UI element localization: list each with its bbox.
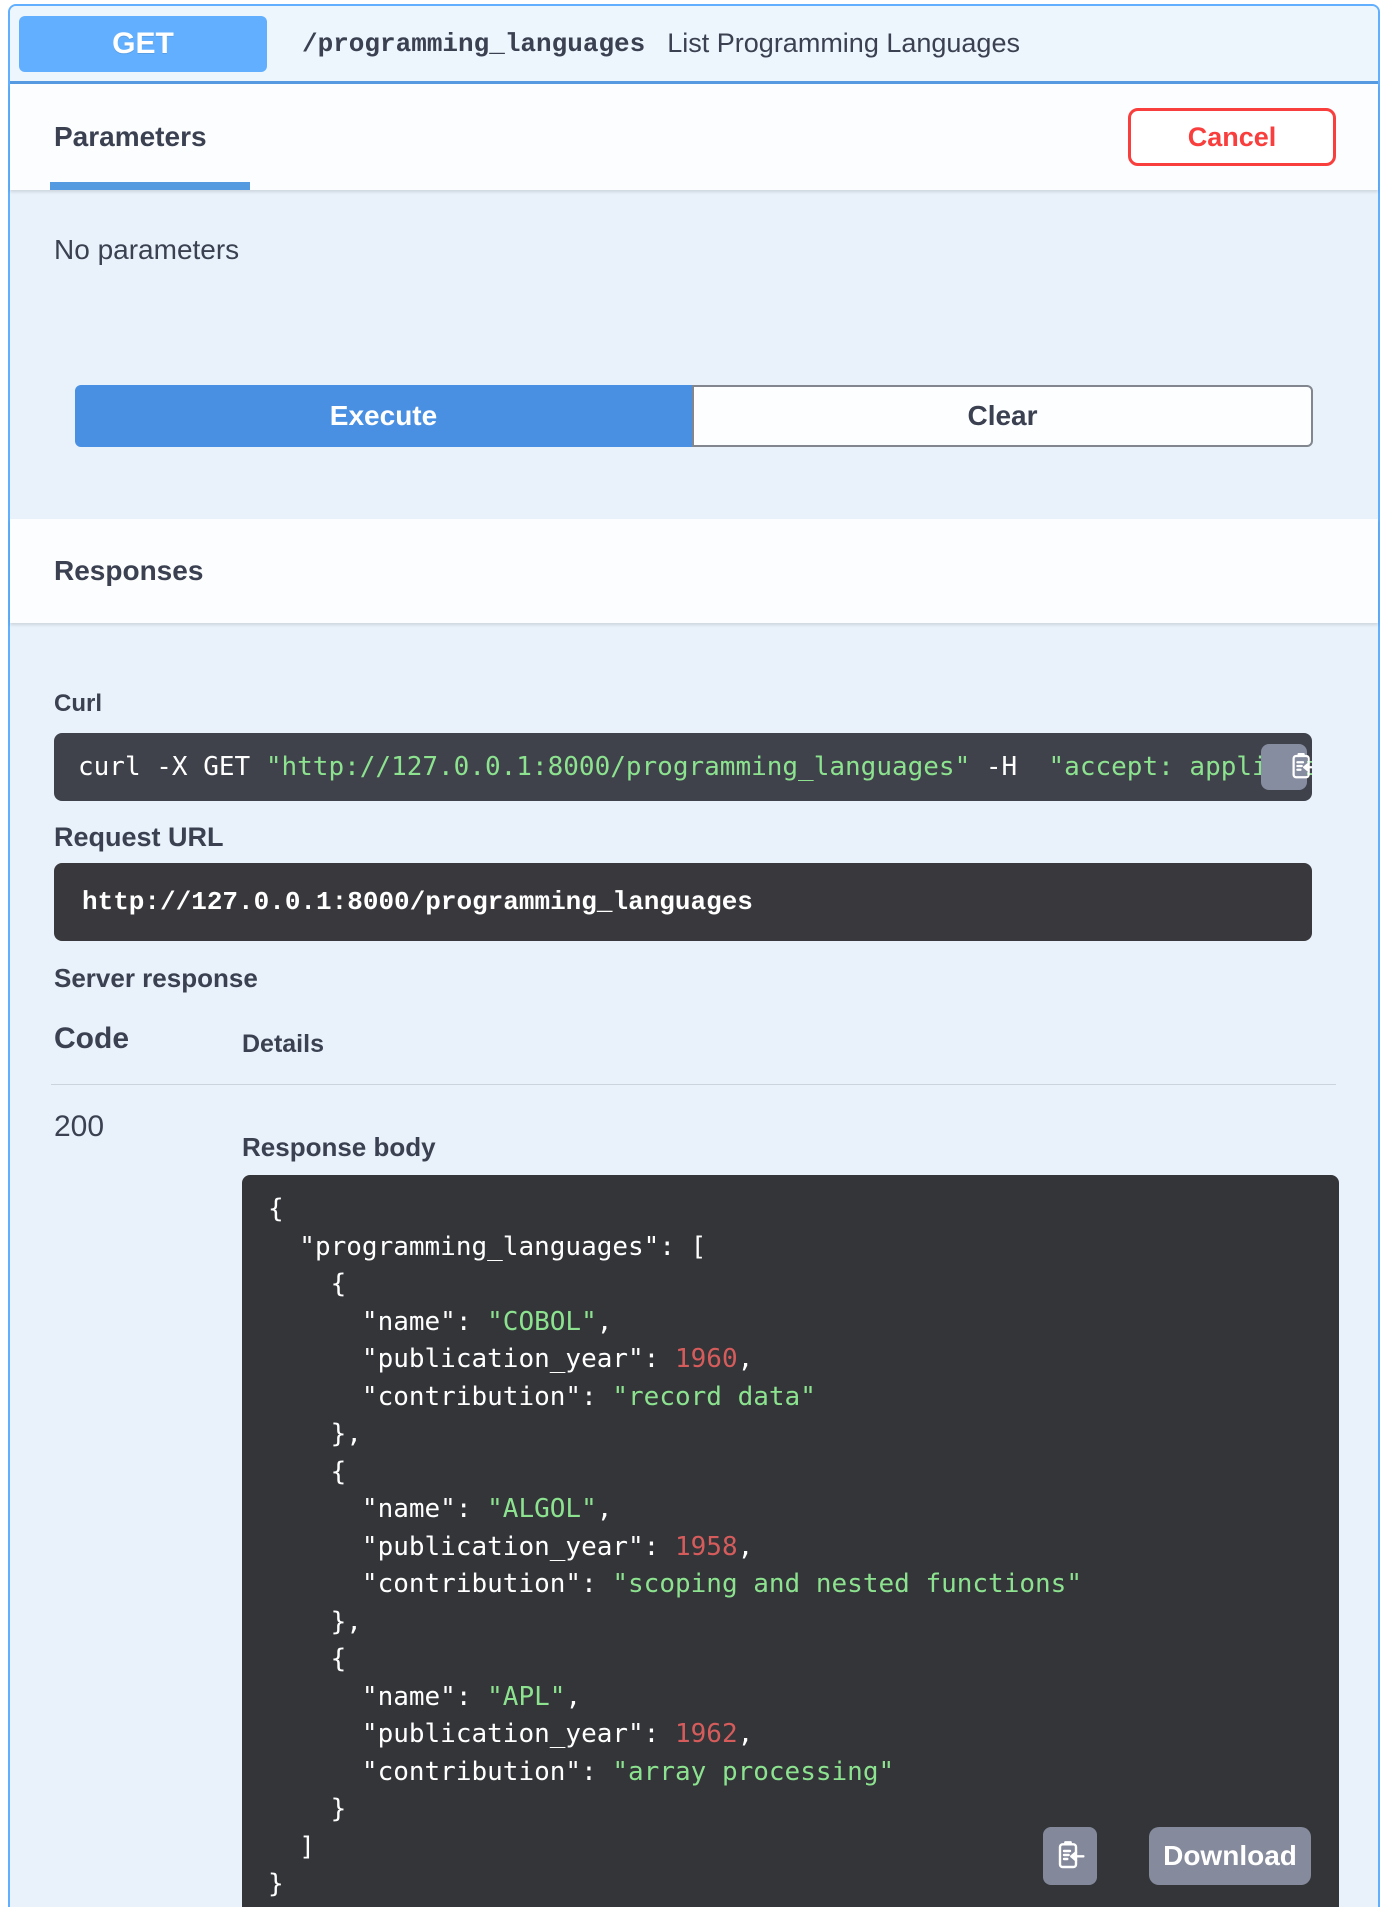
cancel-button[interactable]: Cancel	[1128, 108, 1336, 166]
clipboard-copy-icon	[1250, 735, 1312, 800]
http-method-badge: GET	[19, 15, 267, 72]
active-tab-indicator	[50, 182, 250, 190]
response-body-label: Response body	[242, 1132, 436, 1162]
request-url-label: Request URL	[54, 822, 224, 852]
code-column-header: Code	[54, 1022, 129, 1055]
endpoint-path: /programming_languages	[302, 28, 646, 59]
clear-button[interactable]: Clear	[692, 385, 1313, 447]
opblock-get: GET /programming_languages List Programm…	[8, 4, 1380, 1907]
copy-response-button[interactable]	[1043, 1827, 1097, 1885]
responses-title: Responses	[54, 555, 204, 586]
response-body-block[interactable]: { "programming_languages": [ { "name": "…	[242, 1175, 1339, 1907]
no-parameters-text: No parameters	[54, 234, 240, 265]
request-url-bar: http://127.0.0.1:8000/programming_langua…	[54, 863, 1312, 941]
responses-section-header: Responses	[10, 519, 1378, 623]
endpoint-description: List Programming Languages	[667, 28, 1020, 58]
swagger-operation-page: GET /programming_languages List Programm…	[0, 0, 1388, 1907]
response-body-json: { "programming_languages": [ { "name": "…	[268, 1194, 1082, 1899]
curl-command-bar[interactable]: curl -X GET "http://127.0.0.1:8000/progr…	[54, 733, 1312, 801]
curl-command-text: curl -X GET "http://127.0.0.1:8000/progr…	[78, 752, 1312, 782]
details-column-header: Details	[242, 1030, 324, 1058]
execute-row: Execute Clear	[75, 385, 1313, 447]
server-response-label: Server response	[54, 963, 258, 993]
execute-button[interactable]: Execute	[75, 385, 692, 447]
status-code: 200	[54, 1110, 105, 1143]
table-divider	[51, 1084, 1336, 1085]
clipboard-copy-icon	[1054, 1837, 1086, 1876]
tab-parameters[interactable]: Parameters	[54, 121, 207, 153]
copy-curl-button[interactable]	[1261, 744, 1312, 790]
curl-label: Curl	[54, 690, 102, 717]
request-url-text: http://127.0.0.1:8000/programming_langua…	[82, 887, 753, 917]
endpoint-summary-bar[interactable]: GET /programming_languages List Programm…	[10, 6, 1378, 84]
parameters-section-header: Parameters Cancel	[10, 84, 1378, 190]
download-button[interactable]: Download	[1149, 1827, 1311, 1885]
